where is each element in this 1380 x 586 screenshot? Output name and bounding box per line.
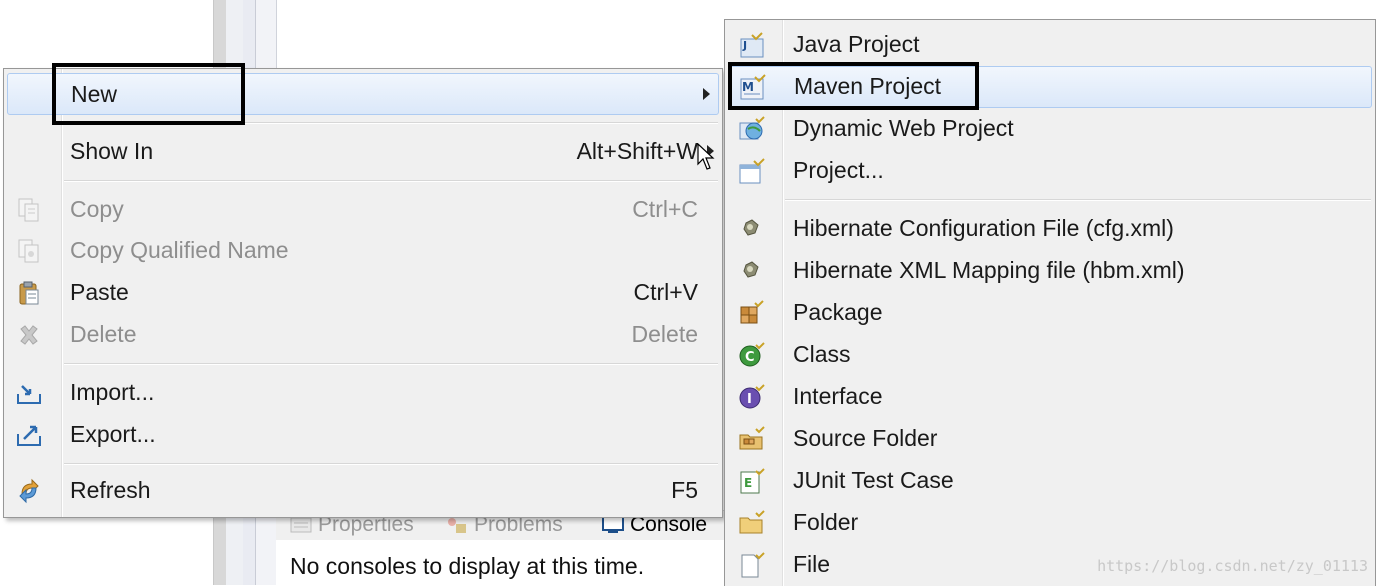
menu-item-accelerator: Ctrl+C	[632, 195, 698, 222]
menu-item-delete[interactable]: Delete Delete	[4, 314, 722, 354]
junit-test-case-icon: E	[740, 468, 765, 494]
watermark: https://blog.csdn.net/zy_01113	[1097, 557, 1368, 575]
hibernate-icon	[743, 261, 759, 278]
submenu-item-label: File	[793, 551, 831, 577]
menu-item-label: Import...	[70, 378, 155, 405]
menu-item-label: Refresh	[70, 476, 151, 503]
source-folder-icon	[739, 426, 765, 450]
submenu-item-label: JUnit Test Case	[793, 467, 954, 493]
submenu-item-label: Folder	[793, 509, 859, 535]
delete-icon	[20, 325, 38, 345]
svg-text:E: E	[744, 476, 752, 490]
project-icon	[739, 158, 765, 184]
menu-item-accelerator: Ctrl+V	[633, 278, 698, 305]
console-icon	[602, 516, 624, 533]
console-message: No consoles to display at this time.	[290, 553, 645, 579]
menu-item-paste[interactable]: Paste Ctrl+V	[4, 272, 722, 312]
submenu-item-source-folder[interactable]: Source Folder	[725, 418, 1375, 458]
context-menu: New Show In Alt+Shift+W Copy Ctrl+C Copy…	[3, 68, 723, 518]
interface-icon: I	[739, 384, 765, 409]
submenu-item-folder[interactable]: Folder	[725, 502, 1375, 542]
menu-item-export[interactable]: Export...	[4, 414, 722, 454]
folder-icon	[739, 510, 765, 534]
submenu-item-hibernate-cfg[interactable]: Hibernate Configuration File (cfg.xml)	[725, 208, 1375, 248]
hibernate-icon	[743, 219, 759, 236]
submenu-item-label: Dynamic Web Project	[793, 115, 1014, 141]
submenu-item-label: Interface	[793, 383, 883, 409]
copy-icon	[18, 198, 39, 222]
properties-icon	[290, 517, 312, 533]
submenu-item-package[interactable]: Package	[725, 292, 1375, 332]
menu-item-accelerator: Delete	[631, 320, 698, 347]
menu-item-copy[interactable]: Copy Ctrl+C	[4, 189, 722, 229]
menu-item-accelerator: Alt+Shift+W	[576, 137, 698, 164]
java-project-icon: J	[740, 32, 764, 58]
menu-item-label: Paste	[70, 278, 129, 305]
annotation-box-maven-project	[728, 62, 979, 110]
submenu-item-class[interactable]: C Class	[725, 334, 1375, 374]
menu-item-accelerator: F5	[671, 476, 698, 503]
submenu-item-java-project[interactable]: J Java Project	[725, 24, 1375, 64]
menu-item-show-in[interactable]: Show In Alt+Shift+W	[4, 131, 722, 171]
file-icon	[741, 552, 765, 578]
menu-separator	[64, 363, 718, 365]
svg-text:C: C	[745, 350, 755, 365]
menu-separator	[64, 180, 718, 182]
class-icon: C	[739, 342, 765, 367]
mouse-pointer-icon	[697, 143, 715, 170]
menu-item-label: Show In	[70, 137, 154, 164]
submenu-item-label: Hibernate Configuration File (cfg.xml)	[793, 215, 1174, 241]
menu-separator	[64, 463, 718, 465]
package-icon	[740, 300, 764, 324]
submenu-item-junit-test-case[interactable]: E JUnit Test Case	[725, 460, 1375, 500]
refresh-icon	[19, 478, 39, 504]
menu-item-refresh[interactable]: Refresh F5	[4, 470, 722, 510]
submenu-item-label: Java Project	[793, 31, 920, 57]
menu-item-copy-qualified-name[interactable]: Copy Qualified Name	[4, 230, 722, 270]
menu-item-label: Copy Qualified Name	[70, 236, 289, 263]
menu-item-label: Copy	[70, 195, 124, 222]
import-icon	[17, 385, 41, 404]
paste-icon	[19, 281, 39, 305]
menu-item-label: Export...	[70, 420, 156, 447]
annotation-box-new	[52, 63, 245, 125]
export-icon	[17, 425, 41, 446]
svg-text:J: J	[742, 39, 747, 52]
submenu-arrow-icon	[703, 88, 710, 100]
submenu-item-label: Source Folder	[793, 425, 938, 451]
submenu-item-dynamic-web-project[interactable]: Dynamic Web Project	[725, 108, 1375, 148]
menu-item-import[interactable]: Import...	[4, 372, 722, 412]
submenu-item-project[interactable]: Project...	[725, 150, 1375, 190]
submenu-item-label: Package	[793, 299, 883, 325]
submenu-item-interface[interactable]: I Interface	[725, 376, 1375, 416]
problems-icon	[448, 518, 466, 533]
dynamic-web-project-icon	[739, 116, 765, 140]
copy-qualified-name-icon	[18, 239, 39, 263]
menu-separator	[785, 199, 1371, 201]
submenu-item-label: Hibernate XML Mapping file (hbm.xml)	[793, 257, 1185, 283]
submenu-item-label: Class	[793, 341, 851, 367]
submenu-item-label: Project...	[793, 157, 884, 183]
svg-text:I: I	[747, 392, 752, 407]
menu-item-label: Delete	[70, 320, 137, 347]
submenu-item-hibernate-hbm[interactable]: Hibernate XML Mapping file (hbm.xml)	[725, 250, 1375, 290]
